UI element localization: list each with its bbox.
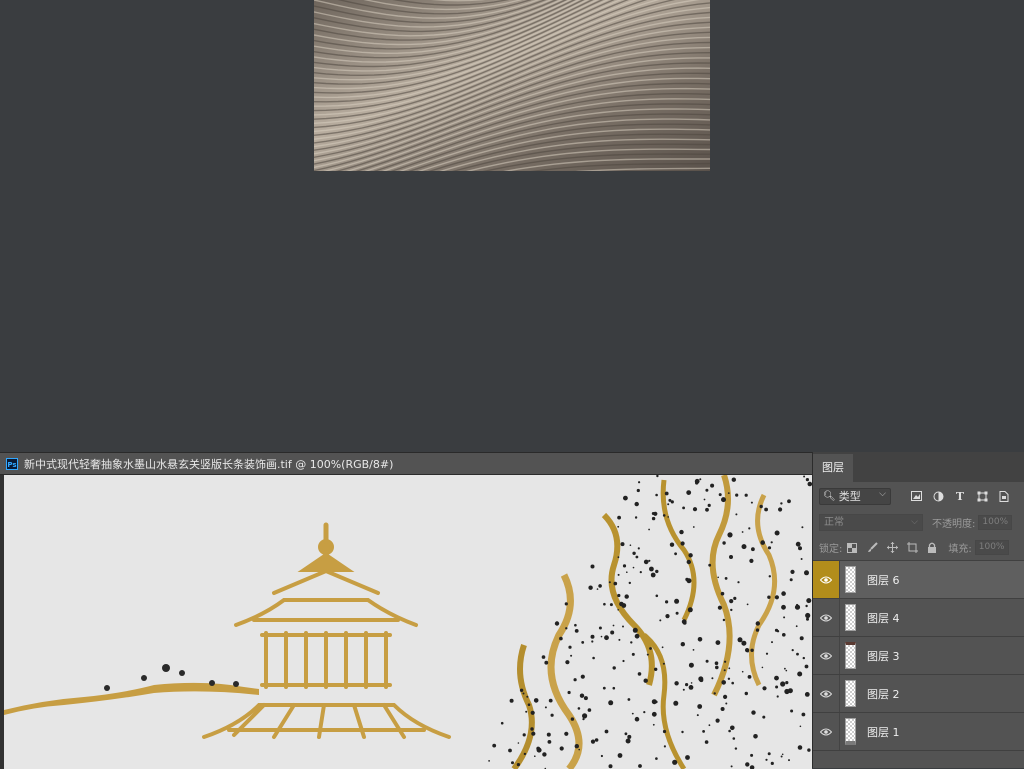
blend-mode-value: 正常 [824,517,844,528]
layer-name: 图层 3 [867,649,900,663]
visibility-eye-icon[interactable] [813,637,840,674]
type-filter-icon[interactable]: T [949,487,971,505]
lock-artboard-icon[interactable] [902,540,922,556]
layer-row[interactable]: 图层 6 [813,561,1024,599]
layer-name: 图层 6 [867,573,900,587]
chevron-down-icon: ⌵ [911,517,918,527]
smart-object-filter-icon[interactable] [993,487,1015,505]
lock-all-icon[interactable] [922,540,942,556]
ground-line [4,682,259,715]
search-icon: 🔍︎ [823,490,836,502]
layer-row[interactable]: 图层 3 [813,637,1024,675]
visibility-eye-icon[interactable] [813,561,840,598]
document-canvas[interactable] [4,475,812,769]
visibility-eye-icon[interactable] [813,675,840,712]
fill-label: 填充: [948,544,972,555]
chevron-down-icon: ⌵ [879,488,886,499]
lock-move-icon[interactable] [882,540,902,556]
workspace-canvas-area[interactable] [0,0,1024,452]
layer-name: 图层 2 [867,687,900,701]
document-title: 新中式现代轻奢抽象水墨山水悬玄关竖版长条装饰画.tif @ 100%(RGB/8… [24,457,394,471]
layer-thumbnail [845,680,856,707]
lock-label: 锁定: [819,544,843,555]
layer-name: 图层 1 [867,725,900,739]
tab-layers[interactable]: 图层 [813,454,853,482]
fill-field[interactable]: 100% [974,540,1009,555]
opacity-label: 不透明度: [932,519,976,530]
visibility-eye-icon[interactable] [813,713,840,750]
adjustment-filter-icon[interactable] [927,487,949,505]
layer-row[interactable]: 图层 4 [813,599,1024,637]
layer-thumbnail [845,718,856,745]
layer-filter-select[interactable]: 🔍︎ 类型 ⌵ [819,487,891,505]
lock-transparent-icon[interactable] [842,540,862,556]
layer-thumbnail [845,642,856,669]
layer-list: 图层 6 图层 4 图层 3 图层 2 图层 1 [813,561,1024,751]
layers-panel[interactable]: 图层 🔍︎ 类型 ⌵ T 正常 ⌵ 不透明度: 100% 锁定: 填充: 100… [812,452,1024,768]
image-filter-icon[interactable] [905,487,927,505]
document-tab[interactable]: Ps 新中式现代轻奢抽象水墨山水悬玄关竖版长条装饰画.tif @ 100%(RG… [0,453,812,475]
photoshop-app-icon: Ps [6,457,18,470]
mountain-cliff [474,475,812,769]
layer-row[interactable]: 图层 1 [813,713,1024,751]
layer-name: 图层 4 [867,611,900,625]
layer-filter-value: 类型 [838,490,861,503]
blend-mode-select[interactable]: 正常 ⌵ [819,514,923,531]
layer-row[interactable]: 图层 2 [813,675,1024,713]
visibility-eye-icon[interactable] [813,599,840,636]
layer-thumbnail [845,604,856,631]
opacity-field[interactable]: 100% [978,515,1013,530]
pagoda-illustration [202,522,451,739]
document-window[interactable]: Ps 新中式现代轻奢抽象水墨山水悬玄关竖版长条装饰画.tif @ 100%(RG… [0,452,812,769]
preview-image-metal-waves [314,0,710,171]
layer-thumbnail [845,566,856,593]
lock-paint-icon[interactable] [862,540,882,556]
shape-filter-icon[interactable] [971,487,993,505]
